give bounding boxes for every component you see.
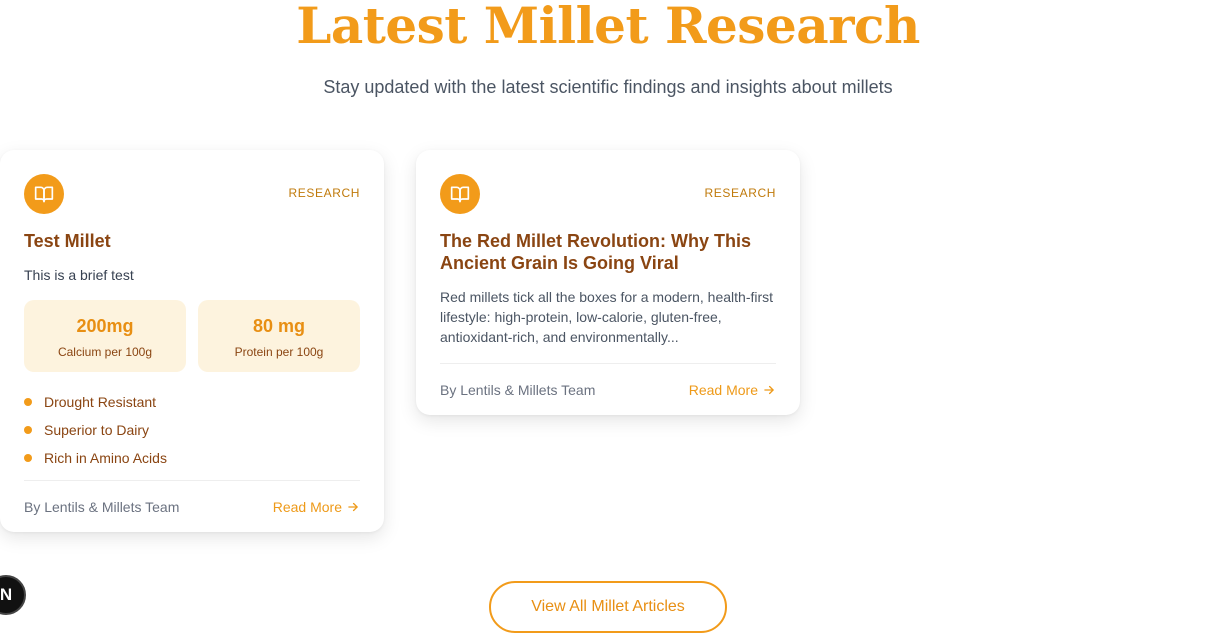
stat-value: 200mg	[76, 316, 134, 336]
card-author: By Lentils & Millets Team	[24, 499, 180, 515]
card-divider	[440, 363, 776, 364]
read-more-link[interactable]: Read More	[273, 499, 360, 515]
stat-value: 80 mg	[252, 316, 306, 336]
book-open-icon	[440, 174, 480, 214]
card-description: This is a brief test	[24, 267, 134, 283]
feature-item: Rich in Amino Acids	[24, 444, 167, 472]
bullet-dot-icon	[24, 454, 32, 462]
arrow-right-icon	[348, 502, 358, 512]
feature-list: Drought Resistant Superior to Dairy Rich…	[24, 388, 167, 472]
card-title[interactable]: Test Millet	[24, 230, 360, 252]
read-more-link[interactable]: Read More	[689, 382, 776, 398]
bullet-dot-icon	[24, 426, 32, 434]
feature-label: Rich in Amino Acids	[44, 450, 167, 466]
stat-box: 200mg Calcium per 100g	[24, 300, 186, 372]
book-open-icon	[24, 174, 64, 214]
card-author: By Lentils & Millets Team	[440, 382, 596, 398]
floating-n-badge[interactable]: N	[0, 575, 26, 615]
feature-label: Drought Resistant	[44, 394, 157, 410]
feature-item: Superior to Dairy	[24, 416, 167, 444]
card-divider	[24, 480, 360, 481]
stat-box: 80 mg Protein per 100g	[198, 300, 360, 372]
read-more-label: Read More	[272, 499, 342, 515]
category-tag: RESEARCH	[704, 186, 776, 200]
card-description: Red millets tick all the boxes for a mod…	[440, 289, 774, 345]
research-card[interactable]: RESEARCH The Red Millet Revolution: Why …	[416, 150, 800, 415]
view-all-articles-button[interactable]: View All Millet Articles	[489, 581, 727, 633]
stat-label: Protein per 100g	[234, 345, 324, 359]
page-title: Latest Millet Research	[296, 0, 920, 55]
category-tag: RESEARCH	[288, 186, 360, 200]
feature-label: Superior to Dairy	[44, 422, 150, 438]
bullet-dot-icon	[24, 398, 32, 406]
arrow-right-icon	[764, 385, 774, 395]
page-subtitle: Stay updated with the latest scientific …	[323, 77, 893, 97]
feature-item: Drought Resistant	[24, 388, 167, 416]
card-title[interactable]: The Red Millet Revolution: Why This Anci…	[440, 230, 776, 274]
read-more-label: Read More	[688, 382, 758, 398]
stat-label: Calcium per 100g	[57, 345, 153, 359]
research-card[interactable]: RESEARCH Test Millet This is a brief tes…	[0, 150, 384, 532]
badge-letter: N	[0, 585, 13, 604]
